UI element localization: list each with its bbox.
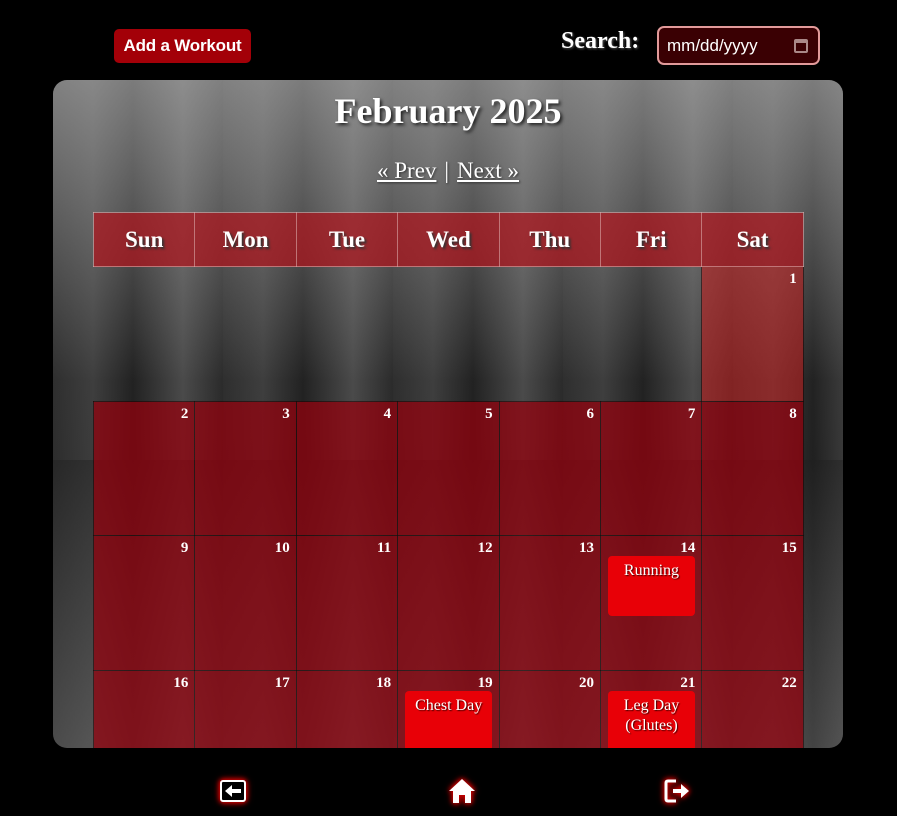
day-cell[interactable]: 14 Running — [599, 535, 703, 671]
calendar-week-row: 1 — [94, 266, 804, 402]
day-cell[interactable]: 7 — [599, 400, 703, 536]
weekday-header: Sun — [92, 212, 196, 267]
weekday-header: Wed — [397, 212, 500, 267]
weekday-header: Fri — [599, 212, 703, 267]
calendar-week-row: 9 10 11 12 13 14 Running 15 — [92, 535, 804, 671]
day-cell[interactable]: 20 — [498, 669, 601, 748]
day-cell[interactable]: 12 — [397, 535, 500, 671]
day-number: 8 — [789, 405, 797, 422]
empty-day-cell — [296, 267, 397, 402]
empty-day-cell — [94, 267, 195, 402]
calendar-week-row: 16 17 18 19 Chest Day 20 21 Leg Day (Glutes) 22 — [92, 669, 804, 748]
back-arrow-icon[interactable] — [217, 775, 249, 807]
day-cell[interactable]: 1 — [701, 266, 804, 402]
workout-event[interactable]: Chest Day — [405, 690, 493, 748]
day-number: 10 — [274, 540, 290, 556]
day-cell[interactable]: 13 — [498, 535, 601, 671]
day-number: 4 — [383, 405, 392, 422]
calendar-grid: Sun Mon Tue Wed Thu Fri Sat 1 2 3 4 5 6 7 8 9 10 11 12 13 1… — [92, 212, 804, 748]
day-cell[interactable]: 4 — [295, 400, 399, 536]
month-navigation: « Prev | Next » — [53, 158, 843, 184]
date-search-input[interactable]: mm/dd/yyyy — [657, 26, 820, 65]
day-cell[interactable]: 5 — [397, 400, 500, 536]
day-number: 16 — [173, 674, 189, 691]
day-number: 20 — [578, 674, 594, 691]
day-cell[interactable]: 16 — [92, 669, 196, 748]
next-month-link[interactable]: Next » — [457, 158, 519, 183]
day-number: 11 — [376, 540, 392, 556]
weekday-header: Tue — [295, 212, 399, 267]
empty-day-cell — [600, 267, 701, 402]
day-cell[interactable]: 2 — [92, 400, 196, 536]
day-number: 5 — [485, 405, 493, 422]
day-cell[interactable]: 8 — [701, 400, 804, 536]
day-number: 2 — [180, 405, 189, 422]
nav-separator: | — [444, 158, 450, 183]
day-number: 12 — [477, 540, 493, 556]
empty-day-cell — [499, 267, 600, 402]
prev-month-link[interactable]: « Prev — [377, 158, 436, 183]
day-cell[interactable]: 18 — [295, 669, 399, 748]
workout-event[interactable]: Leg Day (Glutes) — [607, 690, 695, 748]
day-cell[interactable]: 15 — [701, 535, 804, 671]
day-number: 21 — [680, 674, 696, 691]
day-number: 1 — [789, 271, 797, 287]
day-number: 9 — [180, 540, 189, 556]
month-title: February 2025 — [334, 91, 562, 131]
day-number: 18 — [376, 674, 392, 691]
date-placeholder: mm/dd/yyyy — [667, 35, 758, 55]
weekday-header: Sat — [701, 212, 804, 267]
day-number: 13 — [578, 540, 594, 556]
day-cell[interactable]: 22 — [701, 669, 804, 748]
day-cell[interactable]: 3 — [194, 400, 297, 536]
day-cell[interactable]: 9 — [92, 535, 196, 671]
calendar-picker-icon[interactable] — [794, 39, 808, 53]
logout-icon[interactable] — [662, 775, 694, 807]
calendar-panel: February 2025 « Prev | Next » Sun Mon Tue Wed… — [53, 80, 843, 748]
weekday-header: Mon — [194, 212, 297, 267]
weekday-header: Thu — [498, 212, 601, 267]
day-cell[interactable]: 6 — [498, 400, 601, 536]
day-number: 19 — [477, 674, 493, 691]
day-cell[interactable]: 19 Chest Day — [397, 669, 500, 748]
calendar-week-row: 2 3 4 5 6 7 8 — [92, 400, 804, 536]
day-number: 3 — [282, 405, 290, 422]
day-number: 17 — [274, 674, 290, 691]
empty-day-cell — [195, 267, 296, 402]
day-cell[interactable]: 11 — [295, 535, 399, 671]
day-cell[interactable]: 17 — [194, 669, 297, 748]
search-label: Search: — [561, 28, 640, 54]
day-number: 15 — [781, 540, 797, 556]
home-icon[interactable] — [446, 775, 478, 807]
empty-day-cell — [398, 267, 499, 402]
day-number: 7 — [687, 405, 696, 422]
day-number: 14 — [680, 540, 696, 556]
day-cell[interactable]: 21 Leg Day (Glutes) — [599, 669, 703, 748]
day-cell[interactable]: 10 — [194, 535, 297, 671]
day-number: 6 — [586, 405, 594, 422]
day-number: 22 — [781, 674, 797, 691]
add-workout-button[interactable]: Add a Workout — [114, 29, 251, 63]
workout-event[interactable]: Running — [607, 556, 695, 616]
